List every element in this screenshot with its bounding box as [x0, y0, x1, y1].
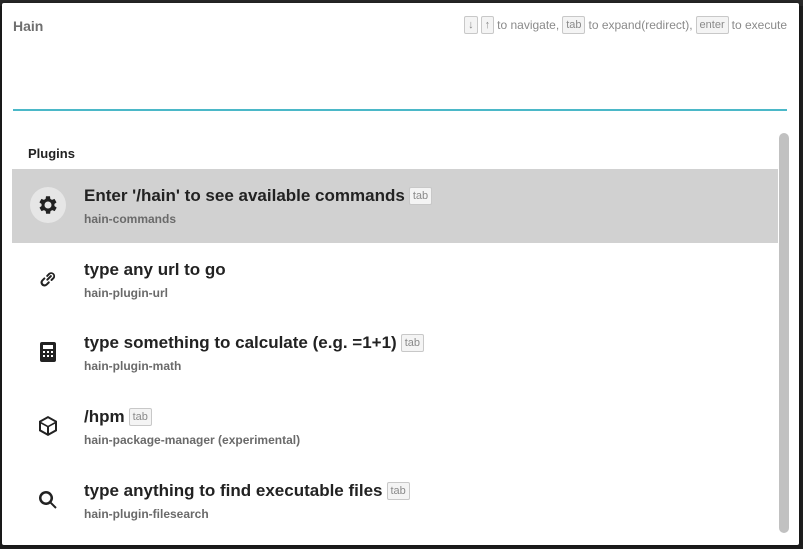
execute-text: to execute [731, 18, 787, 32]
result-item-commands[interactable]: Enter '/hain' to see available commands … [12, 169, 778, 243]
section-header: Plugins [28, 146, 75, 161]
result-subtitle: hain-commands [84, 212, 177, 226]
result-subtitle: hain-plugin-filesearch [84, 507, 209, 521]
launcher-window: Hain ↓ ↑ to navigate, tab to expand(redi… [2, 3, 799, 545]
result-subtitle: hain-plugin-url [84, 286, 168, 300]
key-down: ↓ [464, 16, 478, 34]
results-scrollbar[interactable] [779, 133, 789, 533]
search-input[interactable] [13, 43, 787, 111]
key-enter: enter [695, 16, 729, 34]
gear-icon [30, 187, 66, 223]
search-icon [30, 482, 66, 518]
result-title-text: type something to calculate (e.g. =1+1) [84, 333, 397, 352]
keyboard-help: ↓ ↑ to navigate, tab to expand(redirect)… [464, 16, 787, 34]
key-tab: tab [562, 16, 586, 34]
calculator-icon [30, 334, 66, 370]
result-title: Enter '/hain' to see available commands … [84, 186, 433, 206]
result-title-text: type anything to find executable files [84, 481, 383, 500]
cube-icon [30, 408, 66, 444]
result-title: type any url to go [84, 260, 226, 280]
link-icon [30, 261, 66, 297]
result-subtitle: hain-package-manager (experimental) [84, 433, 301, 447]
expand-text: to expand(redirect), [588, 18, 693, 32]
tab-hint: tab [386, 482, 410, 500]
result-subtitle: hain-plugin-math [84, 359, 182, 373]
tab-hint: tab [408, 187, 433, 205]
result-title-text: Enter '/hain' to see available commands [84, 186, 405, 205]
result-title-text: /hpm [84, 407, 125, 426]
result-item-hpm[interactable]: /hpm tab hain-package-manager (experimen… [12, 390, 778, 464]
key-up: ↑ [480, 16, 495, 34]
tab-hint: tab [400, 334, 424, 352]
result-item-url[interactable]: type any url to go hain-plugin-url [12, 243, 778, 317]
tab-hint: tab [128, 408, 152, 426]
result-title: type anything to find executable files t… [84, 481, 410, 501]
results-list: Plugins Enter '/hain' to see available c… [12, 131, 778, 543]
app-title: Hain [13, 18, 44, 34]
result-item-math[interactable]: type something to calculate (e.g. =1+1) … [12, 316, 778, 390]
result-title: type something to calculate (e.g. =1+1) … [84, 333, 424, 353]
result-title-text: type any url to go [84, 260, 226, 279]
result-title: /hpm tab [84, 407, 152, 427]
navigate-text: to navigate, [497, 18, 560, 32]
result-item-filesearch[interactable]: type anything to find executable files t… [12, 464, 778, 538]
